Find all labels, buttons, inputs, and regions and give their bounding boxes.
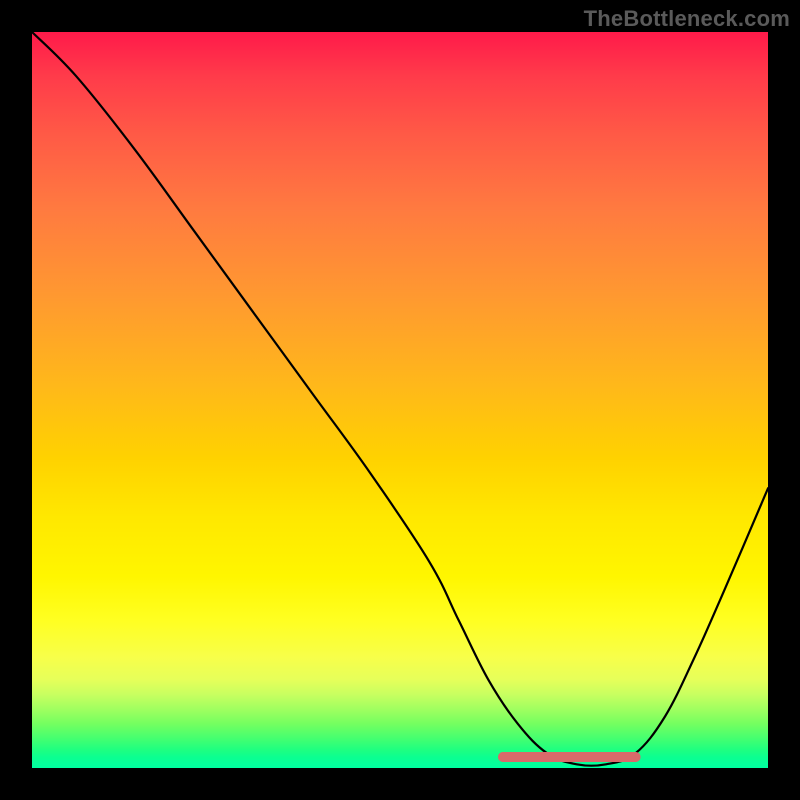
watermark-text: TheBottleneck.com bbox=[584, 6, 790, 32]
optimal-range-end-dot bbox=[631, 752, 641, 762]
chart-frame: TheBottleneck.com bbox=[0, 0, 800, 800]
bottleneck-curve-svg bbox=[32, 32, 768, 768]
bottleneck-curve-path bbox=[32, 32, 768, 766]
optimal-range-start-dot bbox=[498, 752, 508, 762]
plot-area bbox=[32, 32, 768, 768]
